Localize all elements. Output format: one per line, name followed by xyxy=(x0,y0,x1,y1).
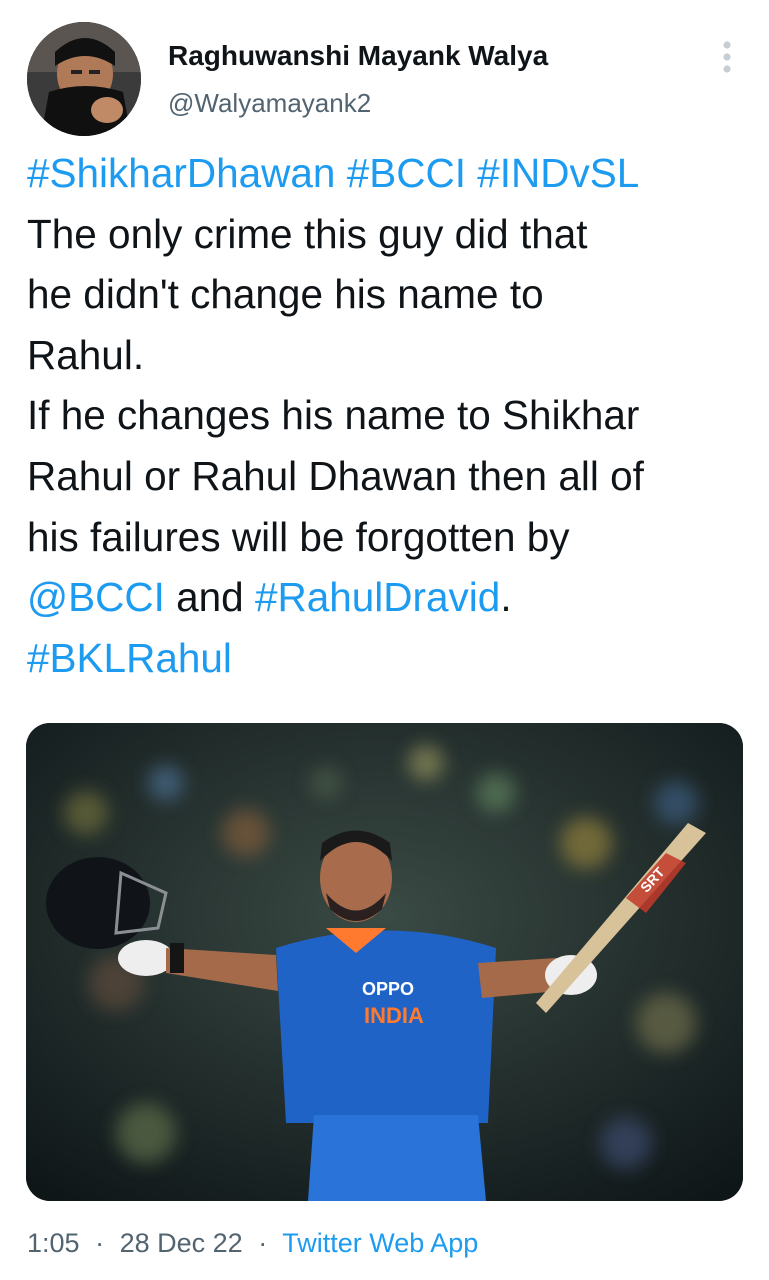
author-name[interactable]: Raghuwanshi Mayank Walya xyxy=(168,40,548,72)
tweet-text-segment: The only crime this guy did that xyxy=(27,210,588,257)
hashtag-link[interactable]: #BKLRahul xyxy=(27,635,232,681)
tweet-text: #ShikharDhawan #BCCI #INDvSL The only cri… xyxy=(27,143,757,688)
more-options-button[interactable] xyxy=(712,36,742,78)
tweet-text-segment: . xyxy=(500,574,512,621)
tweet-text-line: If he changes his name to Shikhar xyxy=(27,385,757,446)
hashtag-link[interactable]: #ShikharDhawan xyxy=(27,150,335,196)
meta-separator: · xyxy=(258,1228,268,1258)
tweet-text-line: The only crime this guy did that xyxy=(27,204,757,265)
tweet-text-line: his failures will be forgotten by xyxy=(27,507,757,568)
tweet-text-line: Rahul. xyxy=(27,325,757,386)
hashtag-link[interactable]: #INDvSL xyxy=(477,150,639,196)
tweet-text-line: #BKLRahul xyxy=(27,628,757,689)
tweet-card: Raghuwanshi Mayank Walya @Walyamayank2 #… xyxy=(0,0,769,1280)
tweet-meta: 1:05 · 28 Dec 22 · Twitter Web App xyxy=(27,1228,478,1259)
tweet-text-segment: If he changes his name to Shikhar xyxy=(27,392,640,439)
tweet-text-line: #ShikharDhawan #BCCI #INDvSL xyxy=(27,143,757,204)
jersey-country: INDIA xyxy=(364,1003,424,1028)
hashtag-link[interactable]: #RahulDravid xyxy=(255,574,500,620)
more-vertical-icon xyxy=(723,41,731,73)
tweet-text-segment: and xyxy=(164,574,255,621)
tweet-text-line: @BCCI and #RahulDravid. xyxy=(27,567,757,628)
tweet-text-line: he didn't change his name to xyxy=(27,264,757,325)
meta-separator: · xyxy=(95,1228,105,1258)
tweet-media-image[interactable]: OPPO INDIA SRT xyxy=(26,723,743,1201)
mention-link[interactable]: @BCCI xyxy=(27,574,165,620)
tweet-text-segment xyxy=(335,150,346,196)
tweet-text-segment: his failures will be forgotten by xyxy=(27,513,570,560)
tweet-text-segment: Rahul. xyxy=(27,331,145,378)
tweet-text-segment: Rahul or Rahul Dhawan then all of xyxy=(27,452,644,499)
tweet-source-link[interactable]: Twitter Web App xyxy=(282,1228,478,1258)
tweet-time[interactable]: 1:05 xyxy=(27,1228,80,1258)
hashtag-link[interactable]: #BCCI xyxy=(347,150,466,196)
tweet-date[interactable]: 28 Dec 22 xyxy=(120,1228,243,1258)
tweet-text-line: Rahul or Rahul Dhawan then all of xyxy=(27,446,757,507)
author-handle[interactable]: @Walyamayank2 xyxy=(168,88,371,119)
jersey-brand: OPPO xyxy=(362,979,414,999)
tweet-text-segment xyxy=(466,150,477,196)
tweet-text-segment: he didn't change his name to xyxy=(27,271,544,318)
avatar[interactable] xyxy=(27,22,141,136)
